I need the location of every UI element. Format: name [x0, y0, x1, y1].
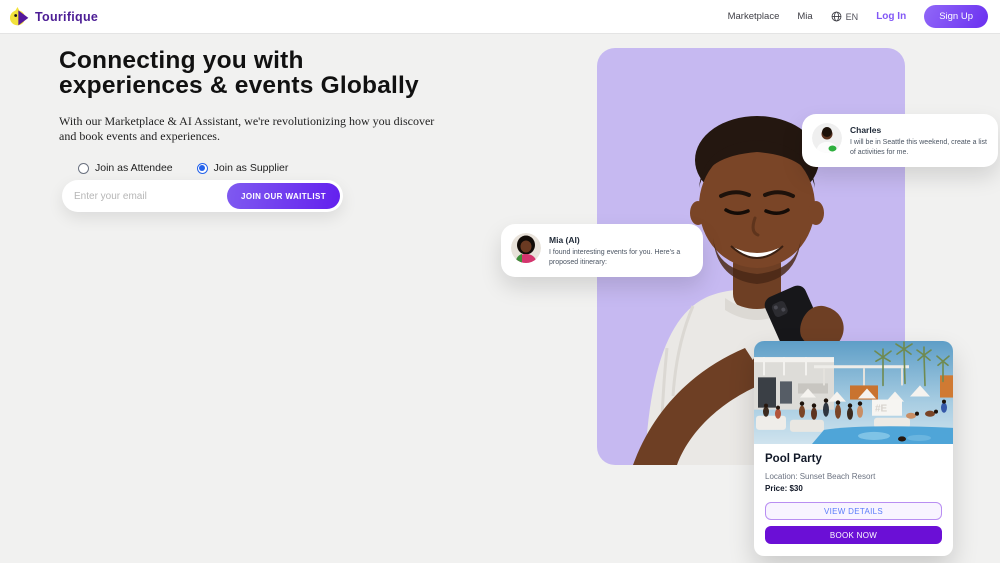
waitlist-form: JOIN OUR WAITLIST [62, 180, 343, 212]
language-selector[interactable]: EN [831, 11, 859, 22]
radio-label-attendee: Join as Attendee [95, 162, 173, 174]
top-navbar: Tourifique Marketplace Mia EN Log In Sig… [0, 0, 1000, 34]
chat-bubble-mia: Mia (AI) I found interesting events for … [501, 224, 703, 277]
globe-icon [831, 11, 842, 22]
join-waitlist-button[interactable]: JOIN OUR WAITLIST [227, 183, 340, 209]
hero-subtitle: With our Marketplace & AI Assistant, we'… [59, 114, 447, 144]
event-card-pool-party: #E Pool Party Location: Sunset Beach Res… [754, 341, 953, 556]
hero-title-line1: Connecting you with [59, 48, 479, 73]
radio-join-attendee[interactable]: Join as Attendee [78, 162, 173, 174]
charles-message: I will be in Seattle this weekend, creat… [850, 138, 988, 158]
view-details-button[interactable]: VIEW DETAILS [765, 502, 942, 520]
mia-name: Mia (AI) [549, 235, 693, 245]
radio-join-supplier[interactable]: Join as Supplier [197, 162, 289, 174]
chat-bubble-charles: Charles I will be in Seattle this weeken… [802, 114, 998, 167]
event-title: Pool Party [765, 453, 942, 465]
book-now-button[interactable]: BOOK NOW [765, 526, 942, 544]
mia-avatar [511, 233, 541, 263]
charles-avatar [812, 123, 842, 153]
mia-message: I found interesting events for you. Here… [549, 248, 693, 268]
radio-circle-supplier[interactable] [197, 163, 208, 174]
brand-logo[interactable]: Tourifique [10, 7, 98, 27]
email-input[interactable] [74, 191, 227, 202]
pool-party-photo: #E [754, 341, 953, 444]
signup-button[interactable]: Sign Up [924, 5, 988, 28]
role-radio-group: Join as Attendee Join as Supplier [78, 162, 288, 174]
svg-text:#E: #E [875, 404, 888, 415]
nav-item-marketplace[interactable]: Marketplace [728, 11, 780, 22]
radio-circle-attendee[interactable] [78, 163, 89, 174]
nav-item-mia[interactable]: Mia [797, 11, 812, 22]
hero-title-line2: experiences & events Globally [59, 73, 479, 98]
brand-name: Tourifique [35, 10, 98, 24]
radio-label-supplier: Join as Supplier [214, 162, 289, 174]
language-label: EN [846, 12, 859, 22]
event-location: Location: Sunset Beach Resort [765, 472, 942, 481]
login-link[interactable]: Log In [876, 11, 906, 22]
tourifique-bird-icon [10, 7, 30, 27]
hero-title: Connecting you with experiences & events… [59, 48, 479, 98]
event-price: Price: $30 [765, 484, 942, 493]
charles-name: Charles [850, 125, 988, 135]
